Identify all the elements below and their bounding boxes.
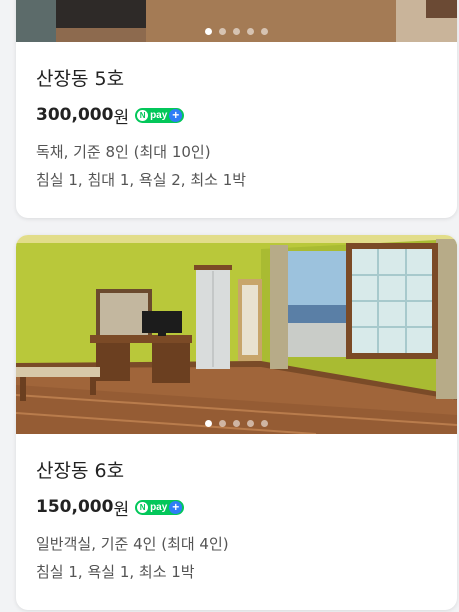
room-type-info: 독채, 기준 8인 (최대 10인) bbox=[36, 143, 211, 161]
room-card[interactable]: 산장동 6호 150,000 원 N pay + 일반객실, 기준 4인 (최대 … bbox=[16, 235, 457, 610]
carousel-dot[interactable] bbox=[247, 420, 254, 427]
carousel-dot[interactable] bbox=[233, 420, 240, 427]
room-price: 300,000 bbox=[36, 105, 114, 125]
carousel-dot[interactable] bbox=[219, 28, 226, 35]
currency-label: 원 bbox=[113, 107, 130, 128]
room-name: 산장동 5호 bbox=[36, 68, 125, 90]
carousel-dot[interactable] bbox=[205, 28, 212, 35]
currency-label: 원 bbox=[113, 499, 130, 520]
npay-label: pay bbox=[150, 109, 168, 121]
room-card[interactable]: 산장동 5호 300,000 원 N pay + 독채, 기준 8인 (최대 10… bbox=[16, 0, 457, 218]
carousel-indicator bbox=[16, 420, 457, 427]
plus-icon: + bbox=[169, 500, 183, 514]
price-row: 300,000 원 N pay + bbox=[36, 102, 437, 128]
room-photo-image bbox=[16, 235, 457, 434]
npay-n-icon: N bbox=[137, 109, 149, 121]
room-price: 150,000 bbox=[36, 497, 114, 517]
room-photo[interactable] bbox=[16, 0, 457, 42]
price-row: 150,000 원 N pay + bbox=[36, 494, 437, 520]
carousel-dot[interactable] bbox=[233, 28, 240, 35]
carousel-dot[interactable] bbox=[261, 420, 268, 427]
room-type-info: 일반객실, 기준 4인 (최대 4인) bbox=[36, 535, 229, 553]
carousel-indicator bbox=[16, 28, 457, 35]
carousel-dot[interactable] bbox=[247, 28, 254, 35]
room-name: 산장동 6호 bbox=[36, 460, 125, 482]
npay-badge: N pay + bbox=[135, 499, 185, 515]
carousel-dot[interactable] bbox=[205, 420, 212, 427]
carousel-dot[interactable] bbox=[261, 28, 268, 35]
carousel-dot[interactable] bbox=[219, 420, 226, 427]
npay-label: pay bbox=[150, 501, 168, 513]
npay-badge: N pay + bbox=[135, 107, 185, 123]
npay-n-icon: N bbox=[137, 501, 149, 513]
room-facility-info: 침실 1, 침대 1, 욕실 2, 최소 1박 bbox=[36, 171, 247, 189]
room-facility-info: 침실 1, 욕실 1, 최소 1박 bbox=[36, 563, 195, 581]
room-photo[interactable] bbox=[16, 235, 457, 434]
room-photo-image bbox=[16, 0, 457, 42]
plus-icon: + bbox=[169, 108, 183, 122]
